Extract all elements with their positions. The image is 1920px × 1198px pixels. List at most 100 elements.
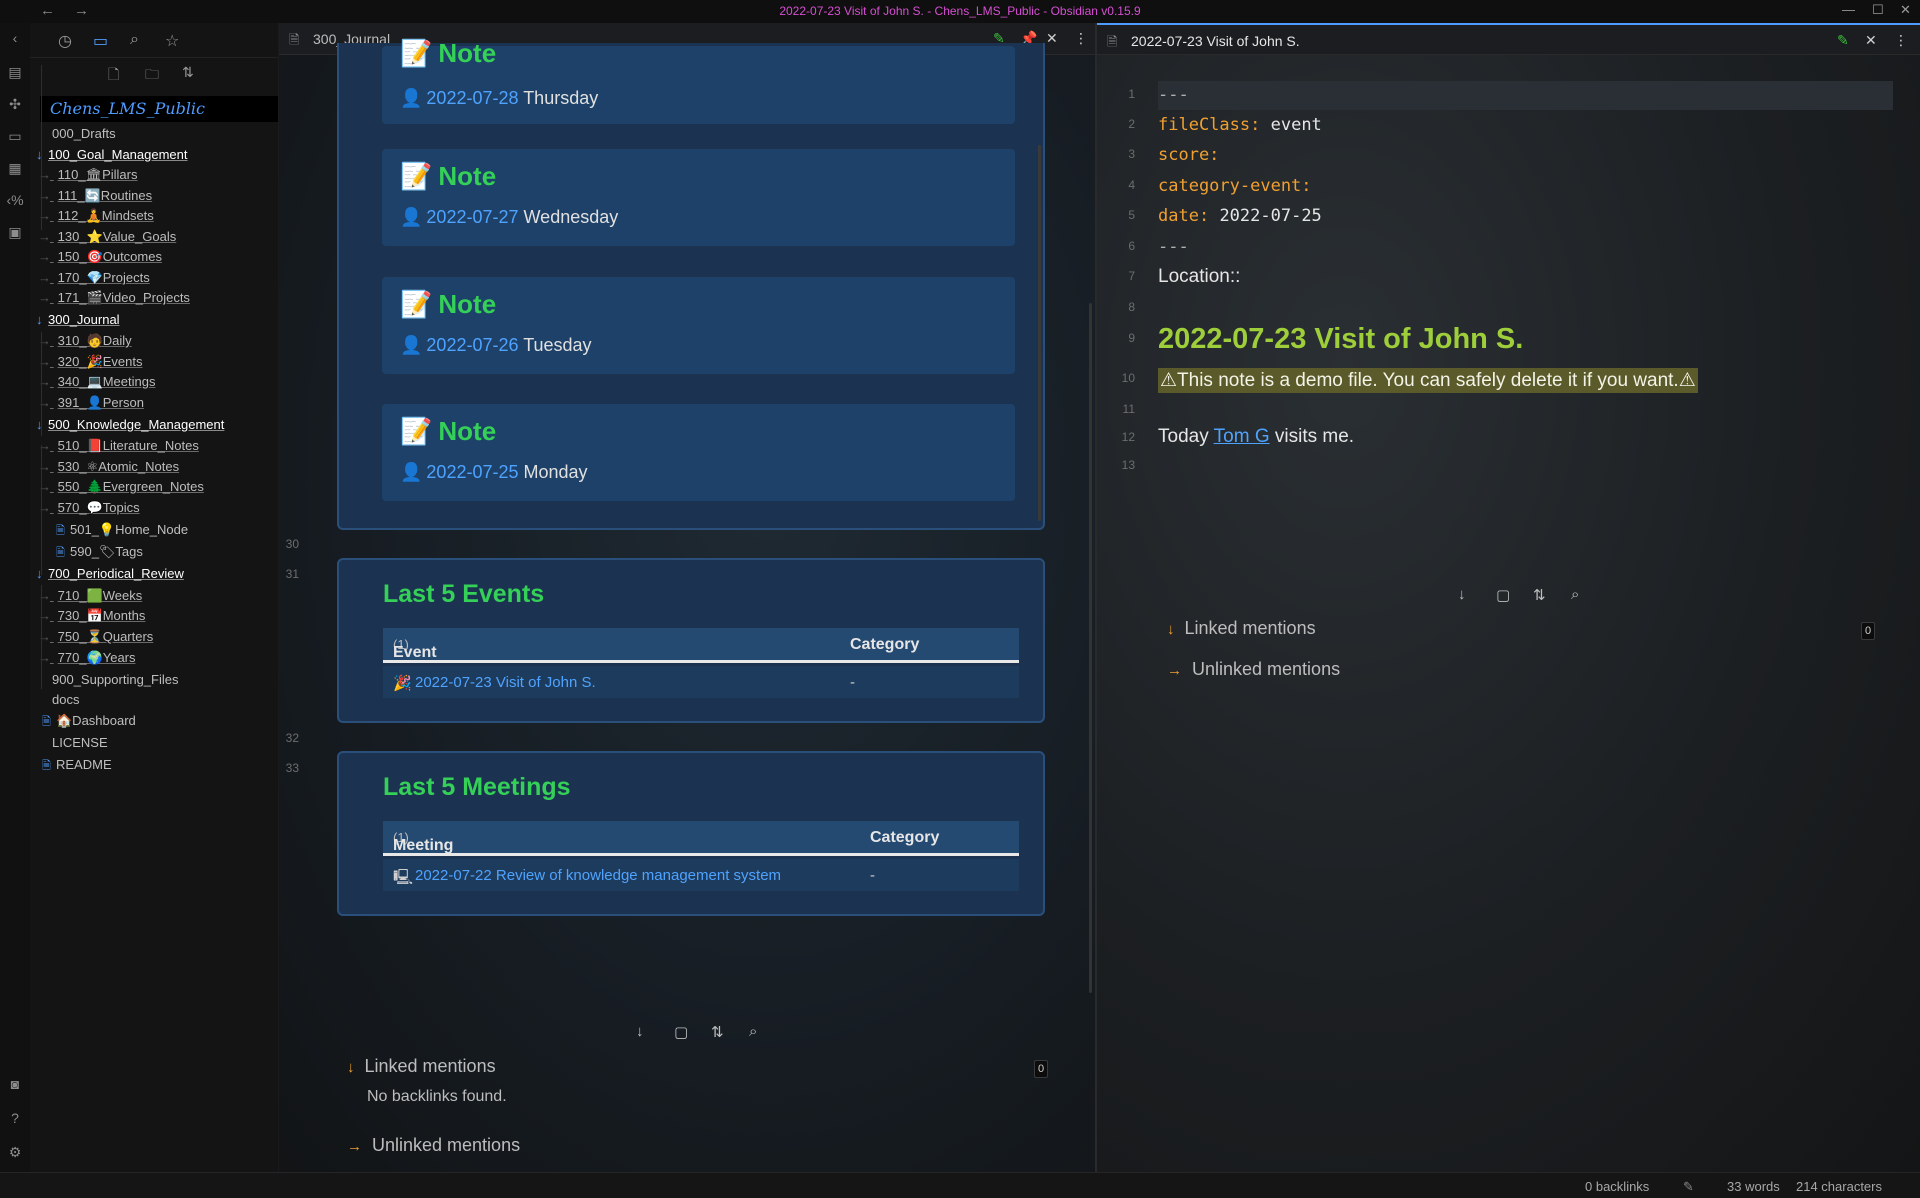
folder-item[interactable]: → 320_🎉Events [38,351,142,373]
sort-icon[interactable]: ⇅ [711,1023,724,1041]
file-explorer: ◷ ▭ ⌕ ☆ 🗋 🗀 ⇅ Chens_LMS_Public 000_Draft… [30,23,278,1172]
more-options-icon[interactable]: ⋮ [1894,32,1908,49]
more-options-icon[interactable]: ⋮ [1074,30,1088,47]
folder-item[interactable]: docs [52,689,79,711]
star-icon[interactable]: ☆ [165,31,179,51]
folder-item[interactable]: → 710_🟩Weeks [38,585,142,607]
daily-note-link[interactable]: 2022-07-26 [426,335,518,355]
file-item[interactable]: 🗎 590_🏷Tags [56,541,143,563]
folder-item[interactable]: → 310_🧑Daily [38,330,132,352]
file-item[interactable]: 🗎 🏠Dashboard [42,710,136,732]
collapse-results-icon[interactable]: ↓ [1458,586,1466,603]
folder-item[interactable]: 900_Supporting_Files [52,669,178,691]
vault-name[interactable]: Chens_LMS_Public [40,96,278,122]
folder-item[interactable]: → 111_🔄Routines [38,185,152,207]
folder-item[interactable]: → 570_💬Topics [38,497,140,519]
event-column-header[interactable]: Event [393,644,437,662]
maximize-icon[interactable]: ☐ [1872,2,1884,18]
today-line[interactable]: Today Tom G visits me. [1158,426,1354,448]
show-more-context-icon[interactable]: ▢ [674,1023,688,1041]
folder-item[interactable]: → 770_🌍Years [38,647,136,669]
canvas-icon[interactable]: ▭ [6,127,24,145]
frontmatter-date[interactable]: date: 2022-07-25 [1158,206,1322,226]
table-icon[interactable]: ▦ [6,159,24,177]
folder-item[interactable]: ↓ 300_Journal [36,309,120,331]
templater-icon[interactable]: ‹% [6,191,24,209]
note-card-line: 👤 2022-07-26 Tuesday [400,335,592,356]
collapse-sidebar-icon[interactable]: ‹ [6,29,24,47]
folder-item[interactable]: → 750_⏳Quarters [38,626,153,648]
frontmatter-fence[interactable]: --- [1158,237,1189,257]
folder-item[interactable]: → 110_🏛Pillars [38,164,137,186]
graph-view-icon[interactable]: ✣ [6,95,24,113]
folder-item[interactable]: ↓ 100_Goal_Management [36,144,188,166]
frontmatter-category[interactable]: category-event: [1158,176,1312,196]
folder-item[interactable]: → 150_🎯Outcomes [38,246,162,268]
folder-item[interactable]: → 510_📕Literature_Notes [38,435,199,457]
note-heading[interactable]: 2022-07-23 Visit of John S. [1158,323,1523,356]
file-item[interactable]: 🗎 501_💡Home_Node [56,519,188,541]
pane-scrollbar[interactable] [1089,303,1092,993]
daily-note-link[interactable]: 2022-07-25 [426,462,518,482]
tom-g-link[interactable]: Tom G [1214,426,1270,447]
recent-files-icon[interactable]: ◷ [58,31,72,51]
category-column-header[interactable]: Category [870,829,939,847]
inner-scrollbar[interactable] [1038,145,1041,521]
folder-item[interactable]: ↓ 700_Periodical_Review [36,563,184,585]
close-pane-icon[interactable]: ✕ [1865,32,1877,49]
backlinks-count[interactable]: 0 backlinks [1585,1179,1649,1194]
edit-mode-icon[interactable]: ✎ [1683,1179,1694,1195]
daily-note-link[interactable]: 2022-07-28 [426,88,518,108]
sort-icon[interactable]: ⇅ [1533,586,1546,604]
folder-item[interactable]: → 340_💻Meetings [38,371,155,393]
category-column-header[interactable]: Category [850,636,919,654]
meeting-link[interactable]: 2022-07-22 Review of knowledge managemen… [415,867,781,884]
unlinked-mentions-header[interactable]: → Unlinked mentions [347,1135,520,1156]
calendar-icon[interactable]: ▣ [6,223,24,241]
folder-item[interactable]: → 730_📅Months [38,605,145,627]
close-pane-icon[interactable]: ✕ [1046,30,1058,47]
settings-gear-icon[interactable]: ⚙ [6,1143,24,1161]
frontmatter-fence[interactable]: --- [1158,85,1189,105]
help-icon[interactable]: ? [6,1109,24,1127]
daily-note-link[interactable]: 2022-07-27 [426,207,518,227]
demo-warning[interactable]: ⚠This note is a demo file. You can safel… [1158,368,1698,393]
collapse-results-icon[interactable]: ↓ [636,1023,644,1040]
folder-item[interactable]: → 530_⚛Atomic_Notes [38,456,179,478]
folder-item[interactable]: → 112_🧘Mindsets [38,205,154,227]
frontmatter-score[interactable]: score: [1158,145,1219,165]
new-note-icon[interactable]: 🗋 [108,64,119,88]
memo-icon: 📝 [400,38,433,68]
folder-item[interactable]: ↓ 500_Knowledge_Management [36,414,224,436]
folder-item[interactable]: → 170_💎Projects [38,267,150,289]
open-quick-switcher-icon[interactable]: ▤ [6,63,24,81]
folder-item[interactable]: → 171_🎬Video_Projects [38,287,190,309]
search-icon[interactable]: ⌕ [130,31,139,49]
location-field[interactable]: Location:: [1158,266,1240,288]
frontmatter-fileclass[interactable]: fileClass: event [1158,115,1322,135]
pane-title[interactable]: 2022-07-23 Visit of John S. [1131,33,1300,49]
meeting-column-header[interactable]: Meeting [393,837,453,855]
show-more-context-icon[interactable]: ▢ [1496,586,1510,604]
folder-item[interactable]: → 550_🌲Evergreen_Notes [38,476,204,498]
vault-icon[interactable]: ◙ [6,1075,24,1093]
folder-item[interactable]: 000_Drafts [52,123,116,145]
edit-pencil-icon[interactable]: ✎ [1837,32,1849,49]
linked-mentions-header[interactable]: ↓ Linked mentions [1167,618,1316,639]
linked-mentions-header[interactable]: ↓ Linked mentions [347,1056,496,1077]
folder-icon[interactable]: ▭ [93,31,108,51]
file-item[interactable]: 🗎 README [42,754,112,776]
minimize-icon[interactable]: — [1842,2,1855,17]
folder-item[interactable]: → 130_⭐Value_Goals [38,226,176,248]
unlinked-mentions-header[interactable]: → Unlinked mentions [1167,659,1340,680]
close-window-icon[interactable]: ✕ [1900,2,1911,18]
event-link[interactable]: 2022-07-23 Visit of John S. [415,674,596,691]
folder-item[interactable]: → 391_👤Person [38,392,144,414]
word-count: 33 words [1727,1179,1780,1194]
search-icon[interactable]: ⌕ [1571,586,1579,603]
new-folder-icon[interactable]: 🗀 [145,64,159,88]
file-item[interactable]: LICENSE [52,732,108,754]
search-icon[interactable]: ⌕ [749,1023,757,1040]
sort-icon[interactable]: ⇅ [182,64,194,81]
line-number: 7 [1128,269,1135,283]
